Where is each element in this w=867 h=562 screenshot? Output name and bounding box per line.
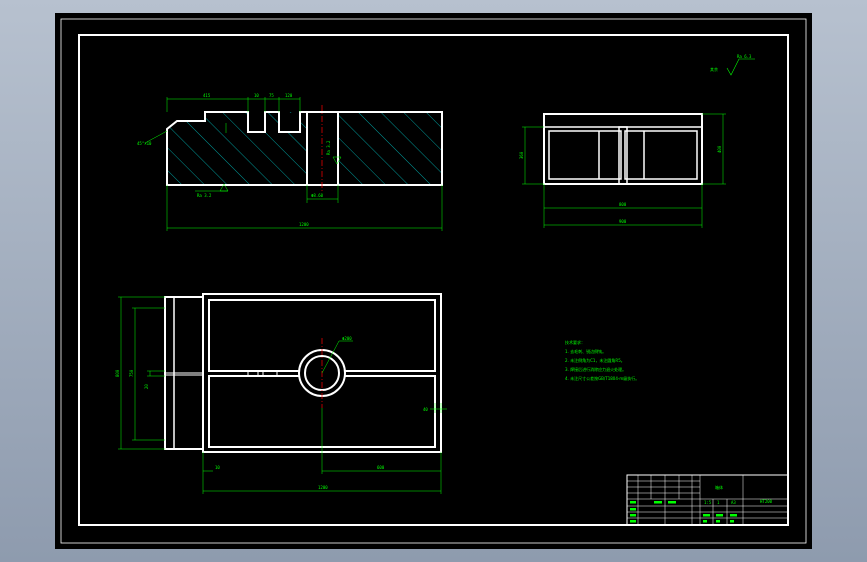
title-block: 箱体 HT200 1:5 1 A3 [626, 474, 789, 526]
roughness-symbol-global: 其余 Ra 6.3 [710, 54, 755, 76]
dim-side-outer: 900 [619, 219, 627, 224]
side-middle-post [618, 126, 628, 185]
cad-drawing-canvas: 其余 Ra 6.3 415 10 75 120 1200 45°×10 Φ8.6… [60, 18, 807, 544]
drawing-sheet: 其余 Ra 6.3 415 10 75 120 1200 45°×10 Φ8.6… [55, 13, 812, 549]
section-view: 415 10 75 120 1200 45°×10 Φ8.60 Ra 3.2 R… [137, 93, 443, 231]
plan-dims [118, 296, 447, 494]
tech-note-4: 4. 未注尺寸公差按GB/T1804-m级执行。 [565, 375, 639, 381]
tech-notes-title: 技术要求： [565, 339, 585, 345]
roughness-value: Ra 6.3 [737, 54, 752, 59]
dim-slot-c: 120 [285, 93, 293, 98]
title-block-part-name: 箱体 [715, 484, 723, 490]
section-slot-fill-b [280, 113, 299, 131]
outer-border [60, 18, 807, 544]
dim-rough-slot: Ra 3.2 [326, 140, 331, 155]
dim-left-step: 415 [203, 93, 211, 98]
dim-plan-right-tab: 40 [423, 407, 428, 412]
title-block-drawing-no: A3 [731, 500, 736, 505]
dim-plan-mid-gap: 20 [144, 384, 149, 389]
dim-chamfer: 45°×10 [137, 141, 152, 146]
dim-tube: Φ8.60 [311, 193, 324, 198]
side-left-box [548, 130, 622, 180]
roughness-label: 其余 [710, 66, 718, 72]
dim-slot-b: 75 [269, 93, 274, 98]
dim-rough-bottom: Ra 3.2 [197, 193, 212, 198]
dim-slot-a: 10 [254, 93, 259, 98]
section-tube [306, 111, 339, 186]
tech-note-1: 1. 去毛刺、锐边倒钝。 [565, 348, 606, 354]
section-slot-fill-a [249, 113, 264, 131]
dim-section-width: 1200 [299, 222, 309, 227]
dim-plan-hole-diameter: Φ200 [342, 336, 352, 341]
tech-note-2: 2. 未注倒角为C1，未注圆角R5。 [565, 357, 625, 363]
side-view: 800 900 360 400 [519, 113, 726, 228]
title-block-material: HT200 [760, 499, 773, 504]
title-block-scale: 1:5 [704, 500, 712, 505]
side-right-box [624, 130, 698, 180]
dim-plan-flange: 10 [215, 465, 220, 470]
dim-plan-height-outer: 800 [115, 369, 120, 377]
dim-plan-hole-offset: 600 [377, 465, 385, 470]
title-block-sheet: 1 [717, 500, 720, 505]
tech-notes: 技术要求： 1. 去毛刺、锐边倒钝。 2. 未注倒角为C1，未注圆角R5。 3.… [565, 339, 639, 381]
dim-side-height-left: 360 [519, 151, 524, 159]
dim-plan-length: 1200 [318, 485, 328, 490]
tech-note-3: 3. 焊接后进行消除应力退火处理。 [565, 366, 626, 372]
dim-plan-height-inner: 750 [129, 369, 134, 377]
section-hatch [167, 112, 442, 185]
plan-view: 1200 600 10 800 750 20 40 Φ200 [115, 293, 447, 494]
side-outer [543, 113, 703, 185]
dim-side-inner: 800 [619, 202, 627, 207]
dim-side-height-right: 400 [717, 145, 722, 153]
